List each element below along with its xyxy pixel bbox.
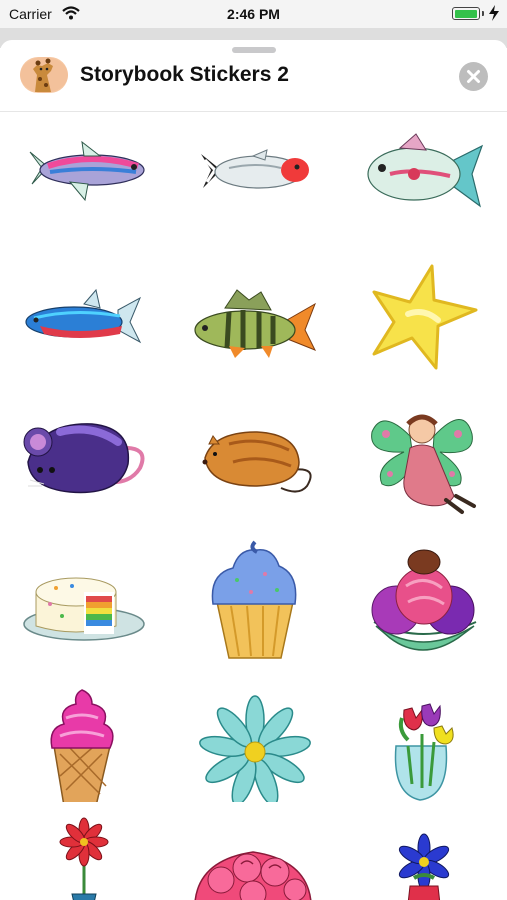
sticker-red-nose-fish[interactable]: [169, 112, 338, 250]
sticker-neon-tetra-fish[interactable]: [0, 112, 169, 250]
sheet-header: Storybook Stickers 2: [0, 55, 507, 112]
sticker-rainbow-cake[interactable]: [0, 526, 169, 664]
sticker-yellow-star[interactable]: [338, 250, 507, 388]
battery-icon: [452, 7, 480, 20]
sticker-pink-soft-serve-cone[interactable]: [0, 664, 169, 802]
sheet-grabber[interactable]: [232, 47, 276, 53]
sticker-ice-cream-sundae[interactable]: [338, 526, 507, 664]
giraffe-icon: [20, 57, 68, 93]
clock-time: 2:46 PM: [227, 6, 280, 22]
close-icon: [467, 70, 480, 83]
sticker-grid: [0, 112, 507, 900]
sticker-glass-tetra-fish[interactable]: [338, 112, 507, 250]
sticker-blue-flower-pot[interactable]: [338, 802, 507, 900]
sticker-tulips-in-vase[interactable]: [338, 664, 507, 802]
close-button[interactable]: [459, 62, 488, 91]
battery-level: [454, 9, 477, 18]
status-bar: Carrier 2:46 PM: [0, 0, 507, 28]
sticker-blue-frosted-cupcake[interactable]: [169, 526, 338, 664]
sticker-green-winged-fairy[interactable]: [338, 388, 507, 526]
app-title: Storybook Stickers 2: [80, 63, 289, 86]
sticker-blue-tetra-fish[interactable]: [0, 250, 169, 388]
sticker-purple-mouse[interactable]: [0, 388, 169, 526]
charging-icon: [487, 4, 501, 27]
sticker-orange-hamster[interactable]: [169, 388, 338, 526]
sticker-pink-roses-bouquet[interactable]: [169, 802, 338, 900]
sticker-teal-daisy[interactable]: [169, 664, 338, 802]
battery-cap: [482, 11, 484, 16]
sticker-perch-fish[interactable]: [169, 250, 338, 388]
sticker-red-flower-pot[interactable]: [0, 802, 169, 900]
